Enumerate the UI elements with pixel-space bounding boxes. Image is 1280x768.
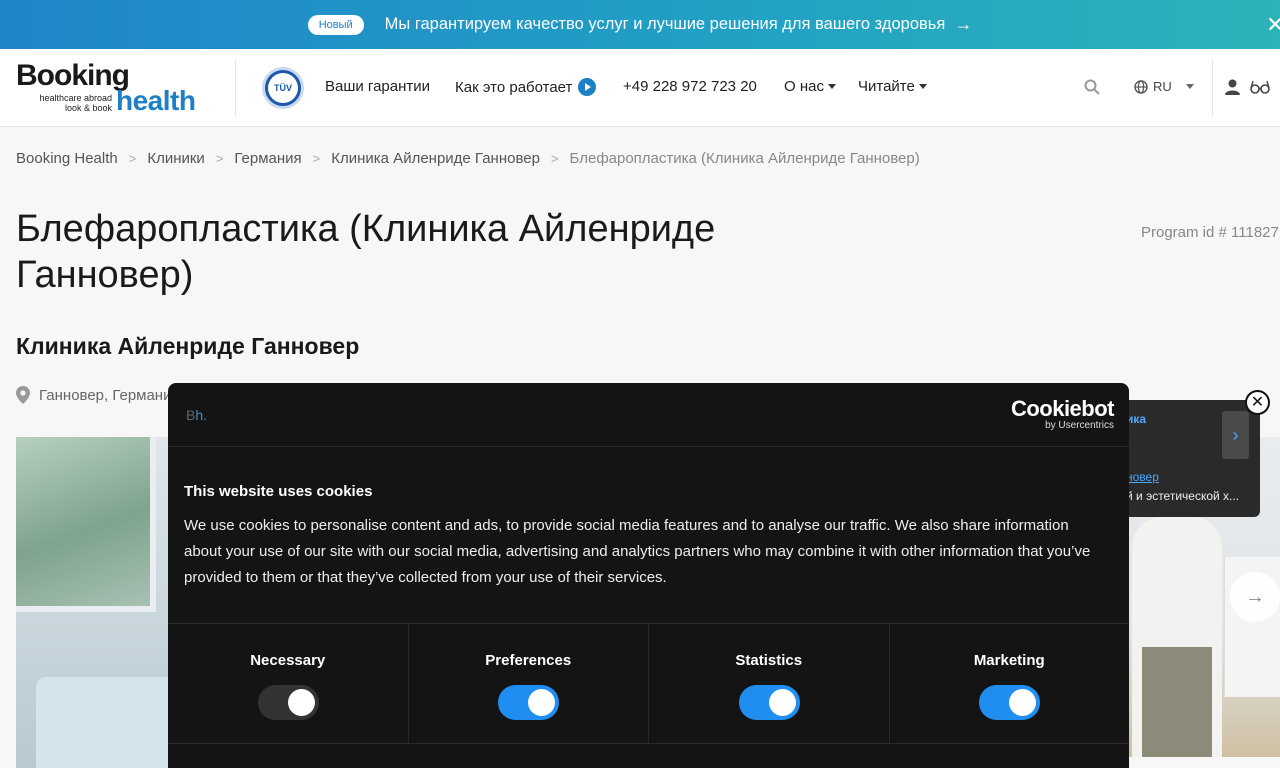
cookiebot-name: Cookiebot: [1010, 396, 1115, 421]
cookie-description: We use cookies to personalise content an…: [184, 517, 1091, 586]
chevron-right-icon: >: [215, 151, 224, 166]
location: Ганновер, Германия: [16, 386, 180, 404]
cookie-dialog-header: Bh. Cookiebot by Usercentrics: [168, 383, 1129, 447]
category-necessary: Necessary: [168, 624, 409, 743]
brand-suffix: h.: [195, 407, 208, 423]
breadcrumb-link[interactable]: Booking Health: [16, 150, 118, 167]
photo-bed: [36, 677, 171, 768]
nav-phone[interactable]: +49 228 972 723 20: [623, 78, 757, 95]
category-label: Statistics: [735, 652, 803, 669]
promo-banner[interactable]: Новый Мы гарантируем качество услуг и лу…: [0, 0, 1280, 49]
globe-icon: [1134, 79, 1148, 94]
divider: [235, 61, 236, 115]
new-badge: Новый: [307, 14, 364, 35]
statistics-toggle[interactable]: [738, 685, 800, 720]
chevron-right-icon: >: [312, 151, 321, 166]
caret-down-icon: [827, 84, 836, 89]
logo-tagline: healthcare abroad look & book: [30, 93, 112, 113]
language-selector[interactable]: RU: [1134, 79, 1194, 94]
chevron-right-icon: >: [128, 151, 137, 166]
category-preferences: Preferences: [409, 624, 649, 743]
clinic-photo[interactable]: [16, 437, 171, 768]
photo-person-pants: [1142, 647, 1212, 757]
logo[interactable]: Booking healthcare abroad look & book hea…: [16, 59, 208, 119]
preferences-toggle[interactable]: [498, 685, 560, 720]
nav-guarantees[interactable]: Ваши гарантии: [325, 78, 430, 95]
category-label: Necessary: [250, 652, 326, 669]
nav-about-label: О нас: [784, 78, 824, 95]
chevron-right-icon: >: [550, 151, 559, 166]
location-text: Ганновер, Германия: [39, 386, 180, 404]
cookie-consent-dialog: Bh. Cookiebot by Usercentrics This websi…: [168, 383, 1129, 768]
nav-read-label: Читайте: [858, 78, 915, 95]
category-marketing: Marketing: [890, 624, 1130, 743]
logo-tagline-2: look & book: [64, 103, 112, 113]
logo-word-health: health: [116, 85, 196, 116]
nav-about-dropdown[interactable]: О нас: [784, 78, 836, 95]
arrow-right-icon[interactable]: →: [954, 14, 972, 35]
cookiebot-logo[interactable]: Cookiebot by Usercentrics: [1004, 396, 1115, 432]
breadcrumb-link[interactable]: Клиники: [147, 150, 204, 167]
page-title: Блефаропластика (Клиника Айленриде Ганно…: [16, 208, 716, 296]
logo-word-booking: Booking: [16, 59, 130, 92]
breadcrumb: Booking Health > Клиники > Германия > Кл…: [16, 150, 920, 167]
breadcrumb-link[interactable]: Германия: [234, 150, 301, 167]
next-photo-button[interactable]: →: [1230, 572, 1280, 622]
nav-how-it-works[interactable]: Как это работает: [455, 78, 597, 96]
map-pin-icon: [16, 386, 30, 404]
search-icon[interactable]: [1084, 79, 1100, 95]
caret-down-icon: [1185, 84, 1194, 89]
photo-window: [16, 437, 156, 612]
category-statistics: Statistics: [649, 624, 890, 743]
user-icon[interactable]: [1225, 79, 1240, 95]
brand-prefix: B: [186, 407, 196, 423]
program-id: Program id # 111827: [1141, 224, 1279, 241]
necessary-toggle: [257, 685, 319, 720]
nav-how-label: Как это работает: [455, 78, 573, 96]
glasses-icon[interactable]: [1250, 80, 1270, 94]
clinic-name[interactable]: Клиника Айленриде Ганновер: [16, 333, 359, 360]
close-icon[interactable]: ✕: [1266, 12, 1280, 38]
category-label: Preferences: [485, 652, 572, 669]
cookiebot-by: by Usercentrics: [1045, 420, 1114, 431]
chevron-right-icon[interactable]: ›: [1222, 411, 1249, 459]
language-label: RU: [1153, 79, 1172, 94]
site-brand-mark: Bh.: [186, 407, 207, 423]
logo-tagline-1: healthcare abroad: [39, 93, 112, 103]
breadcrumb-link[interactable]: Клиника Айленриде Ганновер: [331, 150, 540, 167]
play-icon: [578, 78, 597, 96]
side-popup: ика › новер й и эстетической х...: [1128, 400, 1260, 517]
divider: [1212, 61, 1213, 115]
popup-description: й и эстетической х...: [1128, 489, 1240, 503]
marketing-toggle[interactable]: [979, 685, 1041, 720]
site-header: Booking healthcare abroad look & book hea…: [0, 49, 1280, 127]
close-icon[interactable]: ✕: [1245, 390, 1270, 415]
cookie-title: This website uses cookies: [184, 483, 373, 500]
category-label: Marketing: [973, 652, 1045, 669]
banner-text[interactable]: Мы гарантируем качество услуг и лучшие р…: [385, 15, 946, 34]
cookie-categories: Necessary Preferences Statistics Marketi…: [168, 623, 1129, 744]
popup-label: ика: [1128, 412, 1147, 426]
tuv-label: TÜV: [268, 73, 298, 103]
popup-link[interactable]: новер: [1128, 470, 1159, 484]
caret-down-icon: [918, 84, 927, 89]
tuv-badge[interactable]: TÜV: [262, 67, 304, 109]
nav-read-dropdown[interactable]: Читайте: [858, 78, 927, 95]
breadcrumb-current: Блефаропластика (Клиника Айленриде Ганно…: [569, 150, 920, 167]
